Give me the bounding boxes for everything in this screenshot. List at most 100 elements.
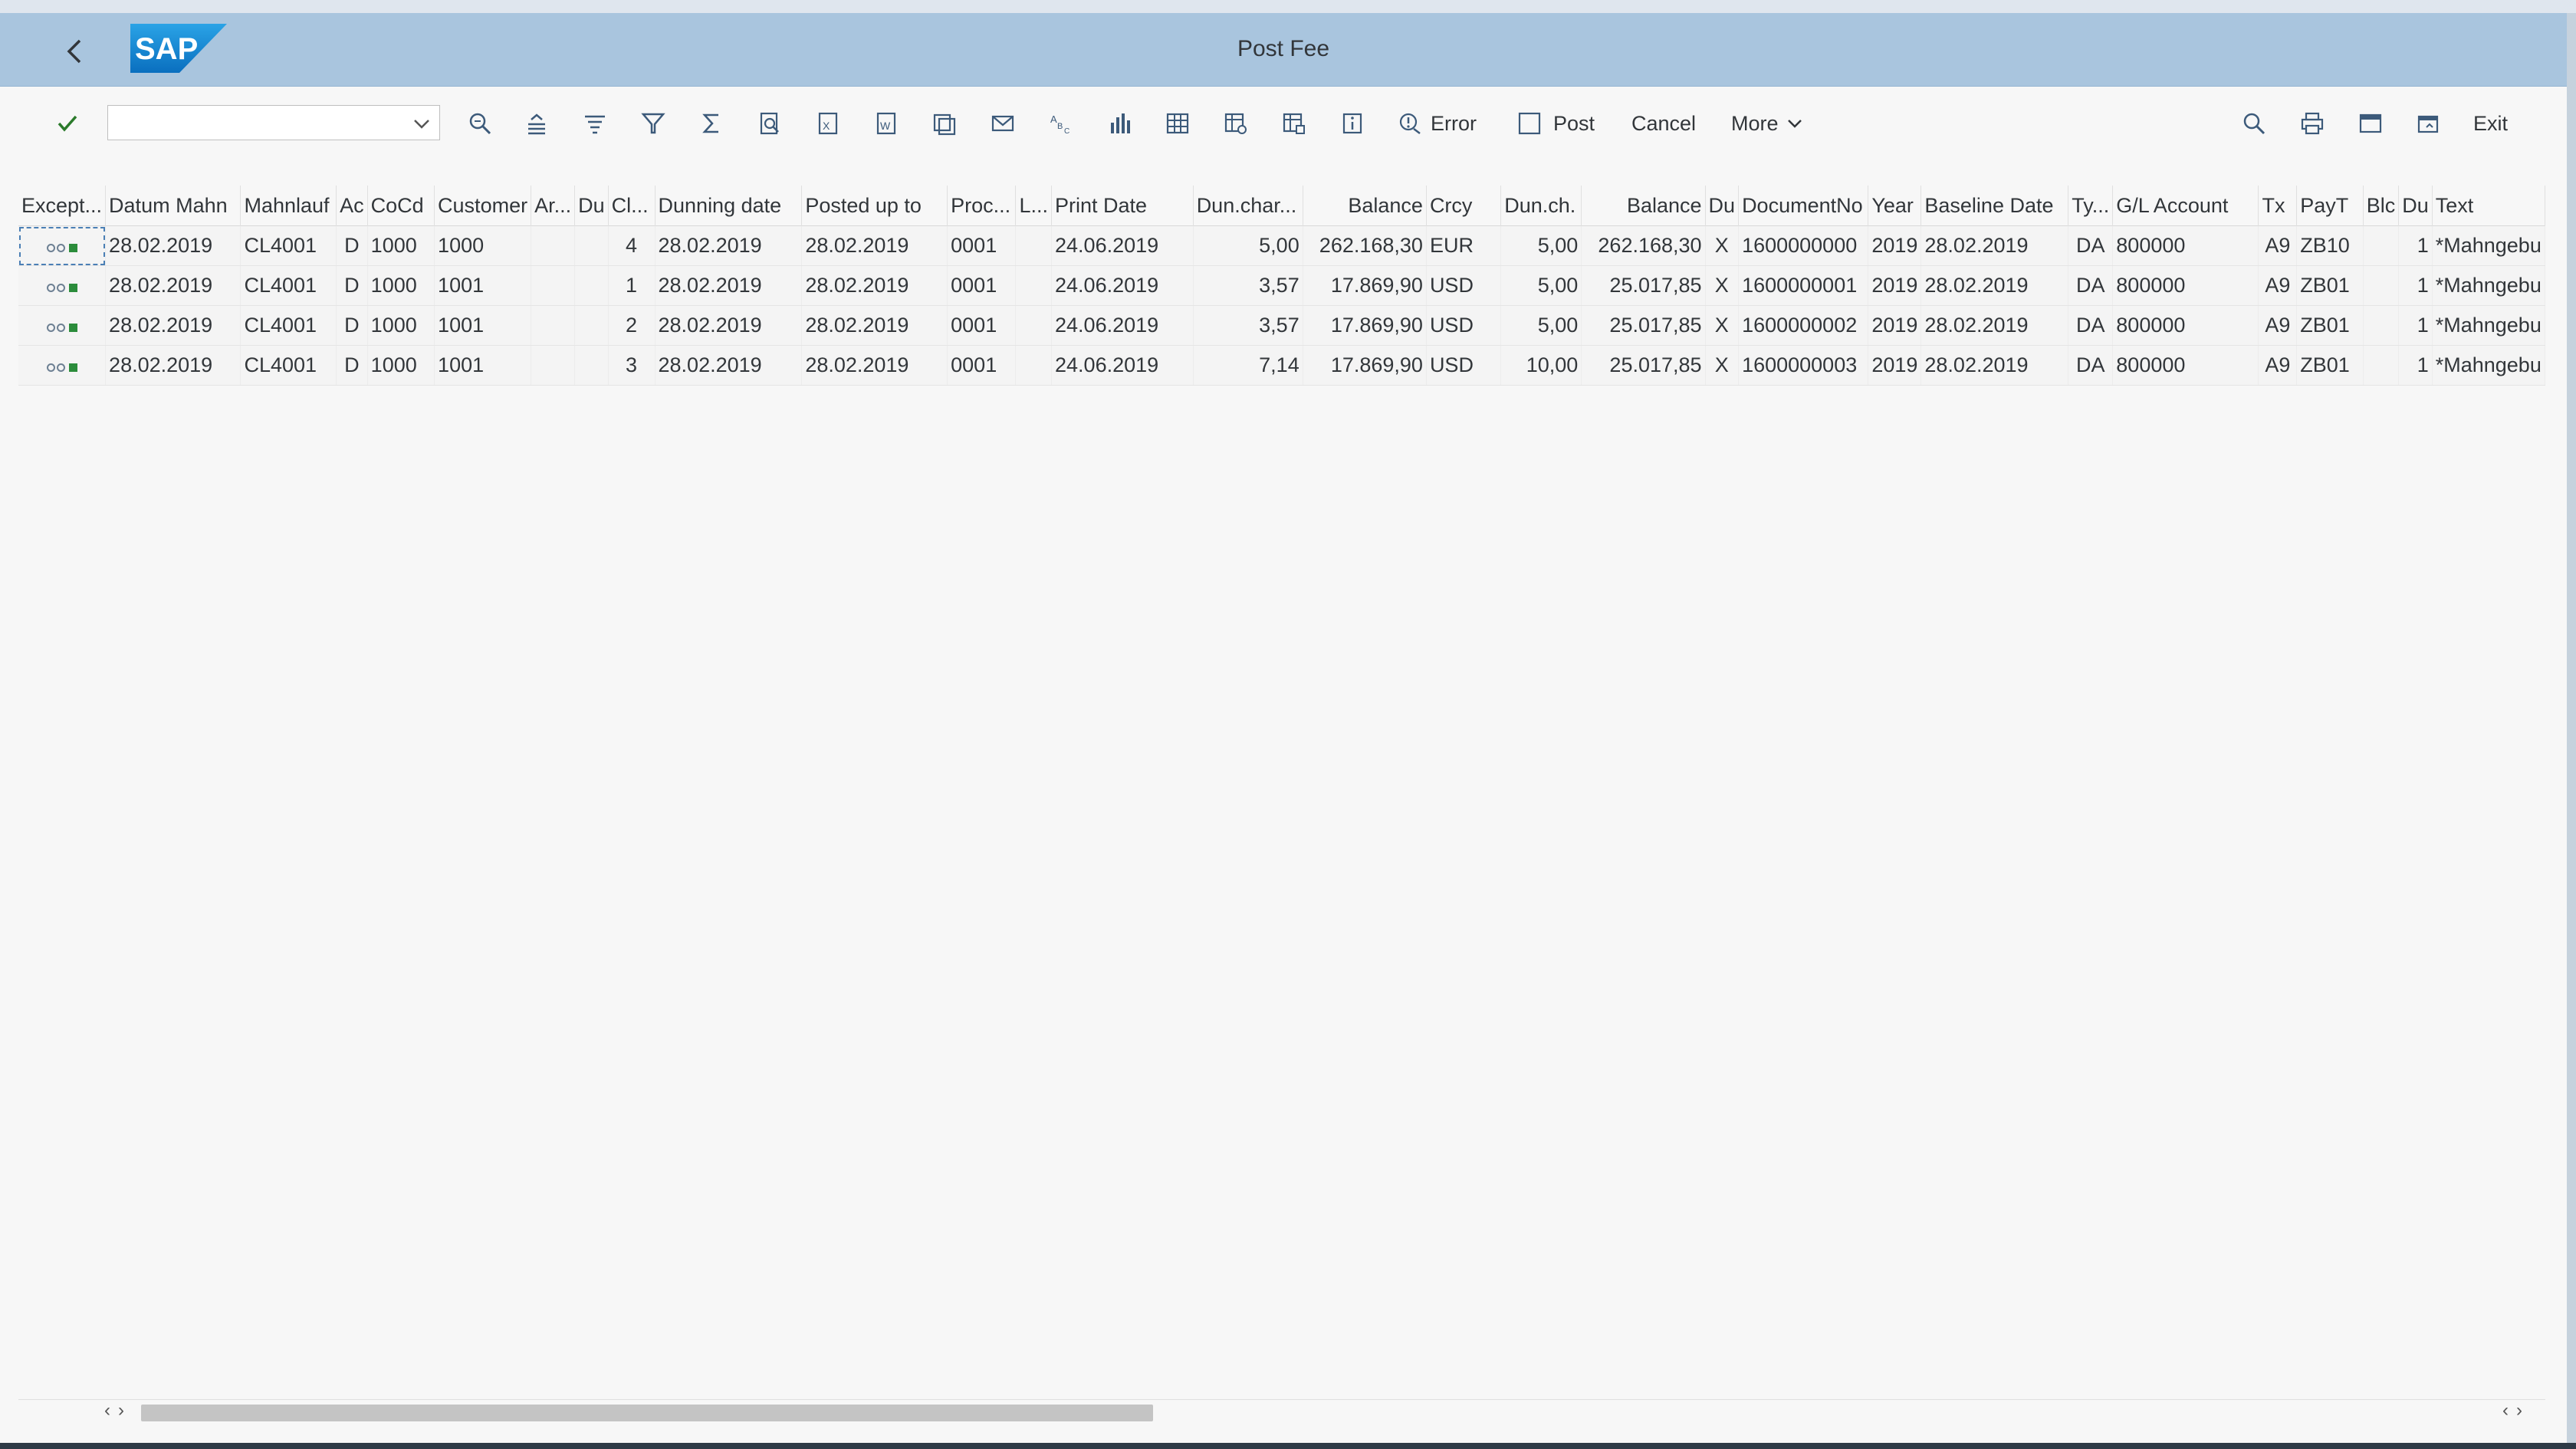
- column-header[interactable]: Print Date: [1051, 186, 1194, 226]
- table-cell[interactable]: 28.02.2019: [655, 225, 803, 266]
- search-button[interactable]: [2237, 105, 2271, 142]
- table-cell[interactable]: 28.02.2019: [1921, 225, 2069, 266]
- table-cell[interactable]: 1: [2398, 305, 2433, 346]
- table-cell[interactable]: 1000: [434, 225, 532, 266]
- column-header[interactable]: Cl...: [608, 186, 656, 226]
- table-cell[interactable]: A9: [2258, 305, 2298, 346]
- graphic-button[interactable]: [1102, 105, 1136, 142]
- table-row[interactable]: 28.02.2019 CL4001 D 1000 1001 3 28.02.2019 28.0…: [18, 345, 2546, 386]
- exception-cell[interactable]: [18, 305, 107, 346]
- table-cell[interactable]: DA: [2068, 225, 2114, 266]
- table-row[interactable]: 28.02.2019 CL4001 D 1000 1000 4 28.02.2019 28.0…: [18, 225, 2546, 266]
- print-button[interactable]: [2295, 105, 2329, 142]
- table-cell[interactable]: 1000: [367, 265, 435, 306]
- table-cell[interactable]: 0001: [947, 225, 1017, 266]
- column-header[interactable]: DocumentNo: [1738, 186, 1869, 226]
- export-excel-button[interactable]: X: [811, 105, 845, 142]
- table-cell[interactable]: 4: [608, 225, 656, 266]
- sort-ascending-button[interactable]: [520, 105, 554, 142]
- table-cell[interactable]: [1015, 265, 1053, 306]
- session-window-button[interactable]: [2412, 105, 2446, 142]
- exception-cell[interactable]: [18, 225, 107, 266]
- send-mail-button[interactable]: [986, 105, 1020, 142]
- confirm-button[interactable]: [51, 105, 84, 142]
- table-cell[interactable]: 1600000000: [1738, 225, 1869, 266]
- table-cell[interactable]: 24.06.2019: [1051, 345, 1194, 386]
- scroll-right-icon[interactable]: ›: [2516, 1400, 2522, 1421]
- table-cell[interactable]: 0001: [947, 265, 1017, 306]
- table-cell[interactable]: 25.017,85: [1581, 265, 1706, 306]
- table-cell[interactable]: 800000: [2112, 305, 2259, 346]
- table-cell[interactable]: 17.869,90: [1303, 305, 1427, 346]
- column-header[interactable]: PayT: [2296, 186, 2364, 226]
- table-cell[interactable]: 5,00: [1500, 225, 1582, 266]
- column-header[interactable]: Datum Mahn: [105, 186, 242, 226]
- table-cell[interactable]: 2019: [1868, 305, 1922, 346]
- table-cell[interactable]: DA: [2068, 345, 2114, 386]
- table-row[interactable]: 28.02.2019 CL4001 D 1000 1001 2 28.02.2019 28.0…: [18, 305, 2546, 346]
- column-header[interactable]: Text: [2432, 186, 2546, 226]
- table-cell[interactable]: USD: [1426, 305, 1502, 346]
- column-header[interactable]: L...: [1015, 186, 1053, 226]
- table-cell[interactable]: 7,14: [1193, 345, 1303, 386]
- column-header[interactable]: CoCd: [367, 186, 435, 226]
- total-button[interactable]: [695, 105, 728, 142]
- exception-cell[interactable]: [18, 345, 107, 386]
- table-cell[interactable]: [574, 265, 609, 306]
- cancel-button[interactable]: Cancel: [1631, 105, 1696, 142]
- table-cell[interactable]: 28.02.2019: [105, 345, 242, 386]
- table-cell[interactable]: 25.017,85: [1581, 345, 1706, 386]
- table-cell[interactable]: 2: [608, 305, 656, 346]
- column-header[interactable]: Proc...: [947, 186, 1017, 226]
- column-header[interactable]: Mahnlauf: [240, 186, 337, 226]
- table-cell[interactable]: 28.02.2019: [1921, 305, 2069, 346]
- find-button[interactable]: [463, 105, 497, 142]
- table-cell[interactable]: [1015, 225, 1053, 266]
- exit-button[interactable]: Exit: [2473, 105, 2508, 142]
- post-button[interactable]: Post: [1516, 105, 1595, 142]
- print-preview-button[interactable]: [753, 105, 787, 142]
- table-cell[interactable]: ZB01: [2296, 345, 2364, 386]
- table-cell[interactable]: 5,00: [1500, 305, 1582, 346]
- more-menu-button[interactable]: More: [1731, 105, 1805, 142]
- table-cell[interactable]: A9: [2258, 225, 2298, 266]
- table-cell[interactable]: 28.02.2019: [801, 265, 948, 306]
- table-cell[interactable]: 0001: [947, 345, 1017, 386]
- table-cell[interactable]: 28.02.2019: [105, 225, 242, 266]
- scroll-left-icon[interactable]: ‹: [2502, 1400, 2509, 1421]
- column-header[interactable]: Balance: [1303, 186, 1427, 226]
- table-cell[interactable]: 24.06.2019: [1051, 225, 1194, 266]
- table-cell[interactable]: 1600000003: [1738, 345, 1869, 386]
- column-header[interactable]: Dun.char...: [1193, 186, 1303, 226]
- filter-button[interactable]: [636, 105, 670, 142]
- export-word-button[interactable]: W: [869, 105, 903, 142]
- table-cell[interactable]: [2363, 305, 2400, 346]
- column-header[interactable]: Year: [1868, 186, 1922, 226]
- table-cell[interactable]: 0001: [947, 305, 1017, 346]
- table-cell[interactable]: 2019: [1868, 265, 1922, 306]
- table-cell[interactable]: 1001: [434, 265, 532, 306]
- table-cell[interactable]: 5,00: [1193, 225, 1303, 266]
- abc-analysis-button[interactable]: ABC: [1044, 105, 1078, 142]
- table-cell[interactable]: [531, 225, 576, 266]
- table-cell[interactable]: USD: [1426, 265, 1502, 306]
- table-cell[interactable]: CL4001: [240, 345, 337, 386]
- table-cell[interactable]: 1600000002: [1738, 305, 1869, 346]
- table-cell[interactable]: 24.06.2019: [1051, 265, 1194, 306]
- table-cell[interactable]: 28.02.2019: [655, 265, 803, 306]
- exception-cell[interactable]: [18, 265, 107, 306]
- table-cell[interactable]: X: [1705, 265, 1740, 306]
- table-cell[interactable]: 5,00: [1500, 265, 1582, 306]
- table-cell[interactable]: 1600000001: [1738, 265, 1869, 306]
- table-cell[interactable]: 28.02.2019: [105, 265, 242, 306]
- column-header[interactable]: Du: [574, 186, 609, 226]
- table-cell[interactable]: [574, 345, 609, 386]
- column-header[interactable]: Tx: [2258, 186, 2298, 226]
- table-cell[interactable]: A9: [2258, 265, 2298, 306]
- table-cell[interactable]: 1000: [367, 225, 435, 266]
- column-header[interactable]: G/L Account: [2112, 186, 2259, 226]
- table-cell[interactable]: 1001: [434, 345, 532, 386]
- table-cell[interactable]: 28.02.2019: [655, 305, 803, 346]
- horizontal-scrollbar[interactable]: ‹ › ‹ ›: [18, 1399, 2545, 1423]
- information-button[interactable]: [1336, 105, 1369, 142]
